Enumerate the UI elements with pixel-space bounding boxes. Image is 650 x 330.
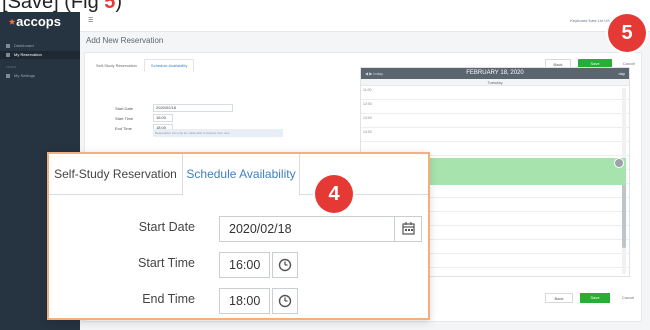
overlay-start-time-field[interactable]: 16:00: [219, 252, 270, 278]
logo: ⋆accops: [8, 14, 61, 29]
page: [Save] (Fig 5) ⋆accops Dashboard My Rese…: [0, 0, 650, 330]
tab-schedule-availability[interactable]: Schedule Availability: [143, 59, 195, 72]
sidebar-group-label: TOOLS: [6, 65, 17, 69]
overlay-start-time-label: Start Time: [138, 256, 195, 270]
top-bar: ☰ Keyboard Kate Lin US · Welcome: [80, 12, 650, 32]
sidebar-item-my-reservation[interactable]: My Reservation: [0, 51, 80, 59]
calendar-row[interactable]: 14:00: [361, 129, 629, 142]
clock-icon[interactable]: [272, 288, 298, 314]
sidebar-item-dashboard[interactable]: Dashboard: [0, 42, 80, 50]
sidebar-item-my-settings[interactable]: My Settings: [0, 72, 80, 80]
overlay-tab-bar: Self-Study Reservation Schedule Availabi…: [49, 154, 428, 196]
overlay-end-time-label: End Time: [142, 292, 195, 306]
start-time-label: Start Time: [115, 116, 134, 121]
start-date-field[interactable]: 2020/02/18: [153, 104, 233, 112]
cancel-button-bottom[interactable]: Cancel: [615, 293, 641, 303]
overlay-end-time-field[interactable]: 18:00: [219, 288, 270, 314]
caption-word: Save: [7, 0, 54, 12]
instruction-caption: [Save] (Fig 5): [0, 0, 650, 12]
overlay-start-date-label: Start Date: [138, 220, 195, 234]
calendar-title: FEBRUARY 18, 2020: [466, 70, 524, 76]
menu-icon[interactable]: ☰: [88, 17, 93, 24]
reservation-note: Reservation can only be made after 4 min…: [153, 129, 283, 137]
start-date-label: Start Date: [115, 106, 134, 111]
calendar-picker-icon[interactable]: [395, 216, 422, 242]
dashboard-icon: [6, 43, 10, 48]
slot-resize-handle[interactable]: [614, 158, 624, 168]
selected-time-slot[interactable]: [426, 158, 626, 185]
overlay-tab-self-study[interactable]: Self-Study Reservation: [49, 154, 182, 195]
clock-icon[interactable]: [272, 252, 298, 278]
tab-self-study[interactable]: Self-Study Reservation: [89, 59, 144, 72]
start-time-field[interactable]: 16:00: [153, 114, 173, 122]
calendar-row[interactable]: 11:00: [361, 87, 629, 100]
calendar-row[interactable]: 13:00: [361, 115, 629, 128]
overlay-tab-schedule-availability[interactable]: Schedule Availability: [182, 154, 300, 196]
calendar-day-header: Tuesday: [361, 79, 629, 86]
step-4-badge: 4: [315, 175, 353, 213]
end-time-label: End Time: [115, 126, 132, 131]
zoom-callout: Self-Study Reservation Schedule Availabi…: [47, 152, 430, 320]
page-title: Add New Reservation: [86, 36, 164, 45]
calendar-icon: [6, 52, 10, 57]
step-5-badge: 5: [608, 14, 646, 52]
caption-step: 5: [104, 0, 116, 12]
start-date-value: 2020/02/18: [229, 222, 292, 236]
back-button-bottom[interactable]: Back: [545, 293, 573, 303]
gear-icon: [6, 73, 10, 78]
save-button-bottom[interactable]: Save: [580, 293, 610, 303]
calendar-view-day[interactable]: day: [619, 71, 625, 76]
overlay-start-date-field[interactable]: 2020/02/18: [219, 216, 422, 242]
tab-bar: Self-Study Reservation Schedule Availabil…: [89, 59, 195, 72]
calendar-row[interactable]: 12:00: [361, 101, 629, 114]
calendar-header: ◀ ▶ today FEBRUARY 18, 2020 day: [361, 68, 629, 79]
